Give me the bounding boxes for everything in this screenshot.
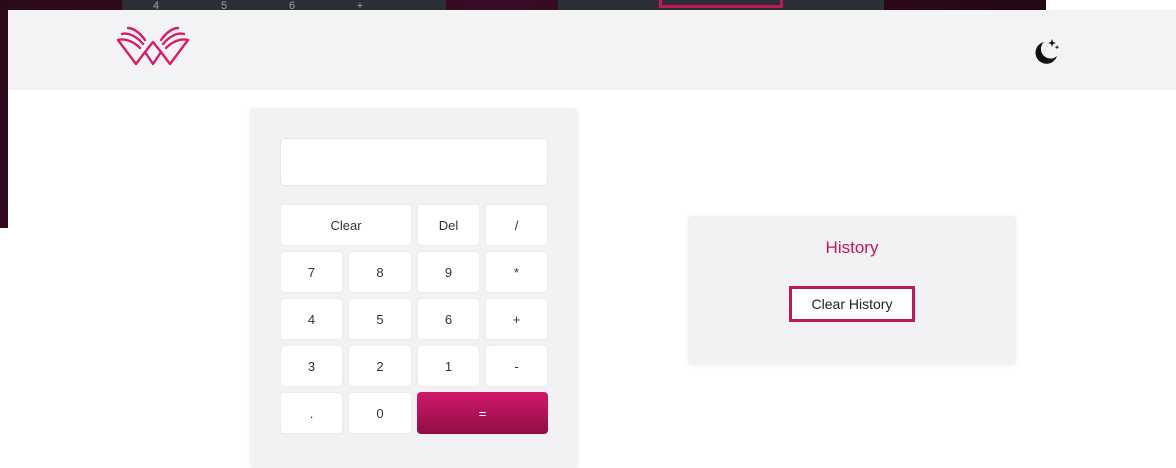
plus-button[interactable]: +: [485, 298, 548, 340]
calculator-card: Clear Del / 7 8 9 * 4 5 6 + 3 2 1 - . 0 …: [250, 108, 578, 468]
moon-stars-icon[interactable]: [1026, 30, 1066, 70]
history-title: History: [825, 238, 879, 257]
clear-button[interactable]: Clear: [280, 204, 412, 246]
divide-button[interactable]: /: [485, 204, 548, 246]
calculator-display[interactable]: [280, 138, 548, 186]
key-2[interactable]: 2: [348, 345, 412, 387]
key-3[interactable]: 3: [280, 345, 343, 387]
key-7[interactable]: 7: [280, 251, 343, 293]
key-9[interactable]: 9: [417, 251, 480, 293]
decimal-button[interactable]: .: [280, 392, 343, 434]
history-card: History Clear History: [688, 216, 1016, 364]
multiply-button[interactable]: *: [485, 251, 548, 293]
clear-history-button[interactable]: Clear History: [789, 286, 915, 322]
key-1[interactable]: 1: [417, 345, 480, 387]
minus-button[interactable]: -: [485, 345, 548, 387]
key-0[interactable]: 0: [348, 392, 412, 434]
key-8[interactable]: 8: [348, 251, 412, 293]
delete-button[interactable]: Del: [417, 204, 480, 246]
background-button-outline: [659, 0, 783, 8]
key-5[interactable]: 5: [348, 298, 412, 340]
key-6[interactable]: 6: [417, 298, 480, 340]
equals-button[interactable]: =: [417, 392, 548, 434]
navbar: [8, 10, 1176, 90]
key-4[interactable]: 4: [280, 298, 343, 340]
app-window: Clear Del / 7 8 9 * 4 5 6 + 3 2 1 - . 0 …: [8, 10, 1176, 468]
winged-logo-icon[interactable]: [112, 24, 194, 76]
